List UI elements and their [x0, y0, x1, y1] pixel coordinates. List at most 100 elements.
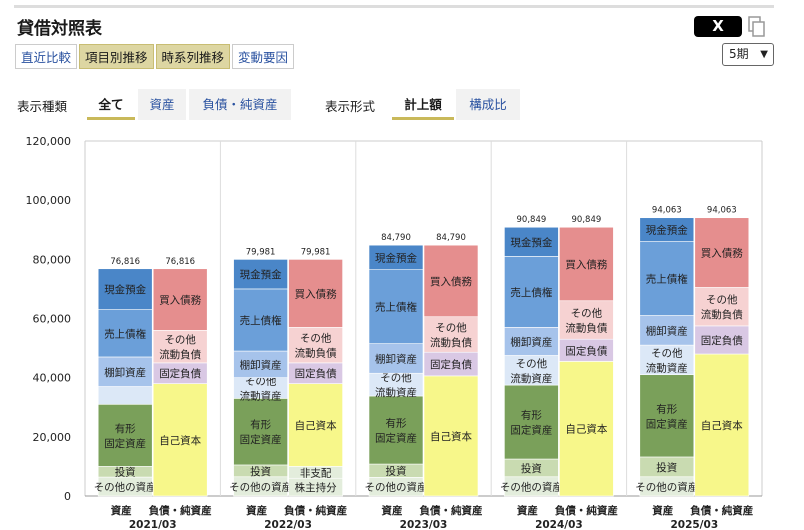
- x-bar-label-assets: 資産: [517, 504, 538, 517]
- liability-total-label: 79,981: [301, 247, 331, 257]
- asset-total-label: 76,816: [110, 257, 140, 267]
- x-category-label: 2021/03: [129, 519, 177, 530]
- liability-total-label: 84,790: [436, 233, 466, 243]
- liability-segment-label: その他: [164, 333, 196, 346]
- liability-segment-label: 株主持分: [295, 481, 337, 494]
- liability-segment-label: 固定負債: [565, 344, 607, 357]
- asset-segment-label: 売上債権: [646, 273, 688, 286]
- asset-segment-label: その他の資産: [500, 480, 563, 493]
- asset-segment-label: その他の資産: [94, 481, 157, 494]
- liability-segment-label: 買入債務: [565, 258, 607, 271]
- x-bar-label-liabilities: 負債・純資産: [284, 504, 347, 517]
- asset-segment-label: 固定資産: [646, 417, 688, 430]
- asset-segment-label: 現金預金: [104, 283, 146, 296]
- asset-total-label: 79,981: [246, 247, 276, 257]
- asset-segment-label: 有形: [656, 402, 677, 415]
- asset-segment-label: 売上債権: [375, 301, 417, 314]
- liability-segment-label: その他: [435, 321, 467, 334]
- asset-segment-label: 有形: [250, 418, 271, 431]
- balance-sheet-chart: 0 20,000 40,000 60,000 80,000 100,000 120,000 そ…: [26, 135, 763, 530]
- liability-segment-label: その他: [571, 306, 603, 319]
- asset-total-label: 84,790: [381, 233, 411, 243]
- liability-segment-label: 流動負債: [295, 347, 337, 360]
- liability-segment-label: 自己資本: [430, 430, 472, 443]
- asset-segment-label: 現金預金: [240, 268, 282, 281]
- asset-segment-label: 売上債権: [104, 327, 146, 340]
- asset-segment-label: その他: [651, 346, 683, 359]
- x-bar-label-liabilities: 負債・純資産: [149, 504, 212, 517]
- asset-segment-label: 現金預金: [375, 251, 417, 264]
- asset-segment: [97, 386, 153, 405]
- x-bar-label-assets: 資産: [246, 504, 267, 517]
- asset-segment-label: 流動資産: [375, 386, 417, 399]
- x-bar-label-liabilities: 負債・純資産: [420, 504, 483, 517]
- y-tick-label: 20,000: [33, 431, 72, 444]
- asset-total-label: 90,849: [517, 215, 547, 225]
- asset-segment-label: その他の資産: [229, 480, 292, 493]
- liability-segment-label: 自己資本: [159, 434, 201, 447]
- asset-segment-label: 棚卸資産: [510, 335, 552, 348]
- asset-segment-label: 棚卸資産: [240, 358, 282, 371]
- liability-segment-label: 固定負債: [159, 367, 201, 380]
- x-category-label: 2022/03: [264, 519, 312, 530]
- liability-segment-label: 買入債務: [295, 287, 337, 300]
- liability-segment-label: 買入債務: [159, 294, 201, 307]
- liability-segment-label: 買入債務: [701, 247, 743, 260]
- x-category-label: 2023/03: [400, 519, 448, 530]
- y-tick-label: 80,000: [33, 253, 72, 266]
- liability-segment-label: 自己資本: [565, 423, 607, 436]
- asset-segment-label: 流動資産: [646, 361, 688, 374]
- liability-segment-label: 流動負債: [565, 321, 607, 334]
- x-category-label: 2024/03: [535, 519, 583, 530]
- asset-segment-label: 流動資産: [240, 390, 282, 403]
- y-tick-label: 40,000: [33, 372, 72, 385]
- asset-segment-label: 有形: [386, 417, 407, 430]
- asset-segment-label: 投資: [656, 461, 677, 474]
- liability-total-label: 76,816: [165, 257, 195, 267]
- y-tick-label: 100,000: [26, 194, 72, 207]
- liability-total-label: 90,849: [572, 215, 602, 225]
- asset-segment-label: 固定資産: [104, 437, 146, 450]
- x-bar-label-assets: 資産: [111, 504, 132, 517]
- asset-segment: [639, 374, 695, 458]
- liability-total-label: 94,063: [707, 206, 737, 216]
- x-category-label: 2025/03: [670, 519, 718, 530]
- x-bar-label-assets: 資産: [382, 504, 403, 517]
- asset-segment-label: 現金預金: [646, 224, 688, 237]
- x-bar-label-liabilities: 負債・純資産: [555, 504, 618, 517]
- x-bar-label-liabilities: 負債・純資産: [690, 504, 753, 517]
- liability-segment-label: 流動負債: [159, 348, 201, 361]
- asset-segment-label: その他の資産: [635, 480, 698, 493]
- asset-segment-label: 棚卸資産: [104, 366, 146, 379]
- asset-segment-label: 棚卸資産: [646, 324, 688, 337]
- liability-segment-label: 流動負債: [430, 336, 472, 349]
- liability-segment-label: 非支配: [300, 467, 332, 479]
- liability-segment-label: 自己資本: [295, 419, 337, 432]
- asset-segment: [368, 395, 424, 465]
- liability-segment-label: 流動負債: [701, 308, 743, 321]
- asset-segment: [504, 384, 559, 460]
- liability-segment-label: 買入債務: [430, 275, 472, 288]
- asset-segment: [233, 398, 288, 466]
- asset-segment-label: 有形: [521, 409, 542, 422]
- asset-segment-label: 固定資産: [510, 424, 552, 437]
- asset-segment-label: 固定資産: [375, 432, 417, 445]
- liability-segment-label: 固定負債: [701, 334, 743, 347]
- asset-segment-label: 現金預金: [510, 236, 552, 249]
- asset-segment-label: 売上債権: [510, 286, 552, 299]
- asset-segment-label: 投資: [386, 465, 407, 478]
- asset-segment-label: 固定資産: [240, 433, 282, 446]
- asset-segment-label: 売上債権: [240, 314, 282, 327]
- asset-segment: [97, 403, 153, 467]
- liability-segment-label: その他: [706, 293, 738, 306]
- liability-segment-label: 固定負債: [430, 358, 472, 371]
- asset-segment-label: 棚卸資産: [375, 352, 417, 365]
- y-tick-label: 0: [64, 490, 71, 503]
- x-bar-label-assets: 資産: [652, 504, 673, 517]
- asset-segment-label: 投資: [521, 462, 542, 475]
- asset-segment-label: その他の資産: [365, 481, 428, 494]
- asset-segment-label: 投資: [115, 466, 136, 479]
- asset-segment-label: 投資: [250, 465, 271, 478]
- liability-segment-label: その他: [300, 332, 332, 345]
- y-tick-label: 60,000: [33, 313, 72, 326]
